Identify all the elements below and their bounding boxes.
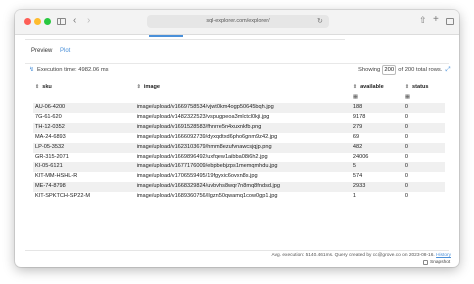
table-cell-sku: KIT-MM-HSHL-R xyxy=(33,172,135,183)
table-cell-available: 188 xyxy=(350,103,403,113)
table-cell-sku: ME-74-8798 xyxy=(33,182,135,193)
divider xyxy=(25,63,449,64)
table-cell-status: 0 xyxy=(402,122,445,133)
table-cell-image: image/upload/v1669896492/uxfqew1aibba08i… xyxy=(134,152,351,163)
browser-window: ‹ › sql-explorer.com/explorer/ ↻ ⇧ + Pre… xyxy=(15,10,459,267)
table-cell-status: 0 xyxy=(402,182,445,193)
column-header-sku[interactable]: ⇕ sku xyxy=(33,80,135,93)
active-tab-indicator xyxy=(149,35,183,37)
new-tab-icon[interactable]: + xyxy=(433,15,439,25)
table-cell-available: 5 xyxy=(350,162,403,173)
table-row[interactable]: AU-06-4200 image/upload/v1669758534/vjwt0… xyxy=(33,103,445,113)
table-cell-sku: TH-12-0352 xyxy=(33,122,135,133)
filter-row: ▦ ▦ xyxy=(33,93,445,103)
table-row[interactable]: TH-12-0352 image/upload/v1691528583/fhnrr… xyxy=(33,122,445,133)
divider xyxy=(25,250,449,251)
divider xyxy=(25,39,345,40)
table-cell-available: 482 xyxy=(350,142,403,153)
reload-icon[interactable]: ↻ xyxy=(317,17,323,25)
query-meta: Avg. execution: 5140.461ms. Query create… xyxy=(271,253,435,258)
snapshot-toggle[interactable]: Snapshot xyxy=(423,260,450,265)
sort-icon[interactable]: ⇕ xyxy=(35,84,39,90)
snapshot-label: Snapshot xyxy=(430,260,451,265)
tab-preview[interactable]: Preview xyxy=(31,48,52,54)
table-cell-status: 0 xyxy=(402,103,445,113)
forward-arrow-icon[interactable]: › xyxy=(87,16,90,26)
table-cell-sku: MA-24-6893 xyxy=(33,132,135,143)
calendar-icon[interactable]: ▦ xyxy=(353,94,358,100)
table-row[interactable]: GR-315-2071 image/upload/v1669896492/uxfq… xyxy=(33,152,445,163)
showing-label: Showing xyxy=(358,67,381,73)
table-row[interactable]: KIT-MM-HSHL-R image/upload/v1706559495/19… xyxy=(33,172,445,183)
total-rows-label: of 200 total rows. xyxy=(398,67,443,73)
expand-icon[interactable]: ⤢ xyxy=(445,66,450,74)
lightning-icon: ↯ xyxy=(29,67,35,73)
sort-icon[interactable]: ⇕ xyxy=(405,84,409,90)
address-bar[interactable]: sql-explorer.com/explorer/ xyxy=(147,15,329,28)
table-header-row: ⇕ sku ⇕ image ⇕ available ⇕ status xyxy=(33,80,445,93)
row-count-control: Showing 200 of 200 total rows. ⤢ xyxy=(358,65,451,75)
table-cell-available: 574 xyxy=(350,172,403,183)
query-footer: Avg. execution: 5140.461ms. Query create… xyxy=(272,253,451,258)
table-cell-status: 0 xyxy=(402,192,445,203)
table-cell-image: image/upload/v1666092739/dyxqdtxd6pho6gn… xyxy=(134,132,351,143)
table-cell-sku: 7G-61-620 xyxy=(33,112,135,123)
sort-icon[interactable]: ⇕ xyxy=(353,84,357,90)
table-cell-image: image/upload/v1706559495/19fgyxic6ovxn8s… xyxy=(134,172,351,183)
table-row[interactable]: 7G-61-620 image/upload/v1482322523/vspugp… xyxy=(33,112,445,123)
table-cell-status: 0 xyxy=(402,172,445,183)
table-cell-image: image/upload/v1677176009/ebpbebjzps1memq… xyxy=(134,162,351,173)
table-cell-available: 9178 xyxy=(350,112,403,123)
title-bar: ‹ › sql-explorer.com/explorer/ ↻ ⇧ + xyxy=(15,10,459,35)
tab-overview-icon[interactable] xyxy=(446,18,454,25)
table-row[interactable]: KI-05-6121 image/upload/v1677176009/ebpbe… xyxy=(33,162,445,173)
snapshot-checkbox[interactable] xyxy=(423,260,428,265)
table-cell-image: image/upload/v1669758534/vjwt0km4ogp5064… xyxy=(134,103,351,113)
table-cell-available: 69 xyxy=(350,132,403,143)
table-cell-status: 0 xyxy=(402,142,445,153)
column-header-image[interactable]: ⇕ image xyxy=(135,80,351,93)
table-cell-image: image/upload/v1668329824/uvbvhs8wqr7n8mq… xyxy=(134,182,351,193)
table-cell-sku: KIT-SPKTCH-SP22-M xyxy=(33,192,135,203)
table-cell-status: 0 xyxy=(402,132,445,143)
history-link[interactable]: History xyxy=(436,253,451,258)
page-content: Preview Plot ↯ Execution time: 4982.06 ms… xyxy=(15,35,459,267)
results-table: ⇕ sku ⇕ image ⇕ available ⇕ status ▦ ▦ AU-06… xyxy=(33,80,445,203)
table-cell-status: 0 xyxy=(402,162,445,173)
table-row[interactable]: LP-05-3532 image/upload/v1623103679/hmm8e… xyxy=(33,142,445,153)
table-cell-available: 279 xyxy=(350,122,403,133)
table-cell-image: image/upload/v1689360756/llgzn50qwamq1co… xyxy=(134,192,351,203)
table-cell-sku: KI-05-6121 xyxy=(33,162,135,173)
table-cell-available: 24006 xyxy=(350,152,403,163)
share-icon[interactable]: ⇧ xyxy=(419,16,427,25)
table-cell-available: 1 xyxy=(350,192,403,203)
sidebar-toggle-icon[interactable] xyxy=(57,18,66,25)
calendar-icon[interactable]: ▦ xyxy=(405,94,410,100)
zoom-window-button[interactable] xyxy=(44,18,51,25)
back-arrow-icon[interactable]: ‹ xyxy=(73,16,76,26)
table-body: AU-06-4200 image/upload/v1669758534/vjwt0… xyxy=(33,103,445,203)
table-cell-sku: LP-05-3532 xyxy=(33,142,135,153)
column-header-available[interactable]: ⇕ available xyxy=(351,80,403,93)
table-row[interactable]: MA-24-6893 image/upload/v1666092739/dyxqd… xyxy=(33,132,445,143)
minimize-window-button[interactable] xyxy=(34,18,41,25)
tab-plot[interactable]: Plot xyxy=(60,48,70,54)
table-cell-status: 0 xyxy=(402,112,445,123)
table-cell-image: image/upload/v1691528583/fhnrre5n4xuxnkf… xyxy=(134,122,351,133)
table-cell-image: image/upload/v1623103679/hmm8ezufvnawcsj… xyxy=(134,142,351,153)
table-cell-available: 2933 xyxy=(350,182,403,193)
close-window-button[interactable] xyxy=(24,18,31,25)
table-cell-status: 0 xyxy=(402,152,445,163)
execution-time-label: Execution time: 4982.06 ms xyxy=(37,67,109,73)
table-row[interactable]: KIT-SPKTCH-SP22-M image/upload/v168936075… xyxy=(33,192,445,203)
table-cell-sku: AU-06-4200 xyxy=(33,103,135,113)
column-header-status[interactable]: ⇕ status xyxy=(403,80,445,93)
table-cell-sku: GR-315-2071 xyxy=(33,152,135,163)
table-row[interactable]: ME-74-8798 image/upload/v1668329824/uvbvh… xyxy=(33,182,445,193)
sort-icon[interactable]: ⇕ xyxy=(137,84,141,90)
execution-time: ↯ Execution time: 4982.06 ms xyxy=(29,66,109,73)
rows-shown-input[interactable]: 200 xyxy=(382,65,397,75)
table-cell-image: image/upload/v1482322523/vspugpeoa3mlctc… xyxy=(134,112,351,123)
